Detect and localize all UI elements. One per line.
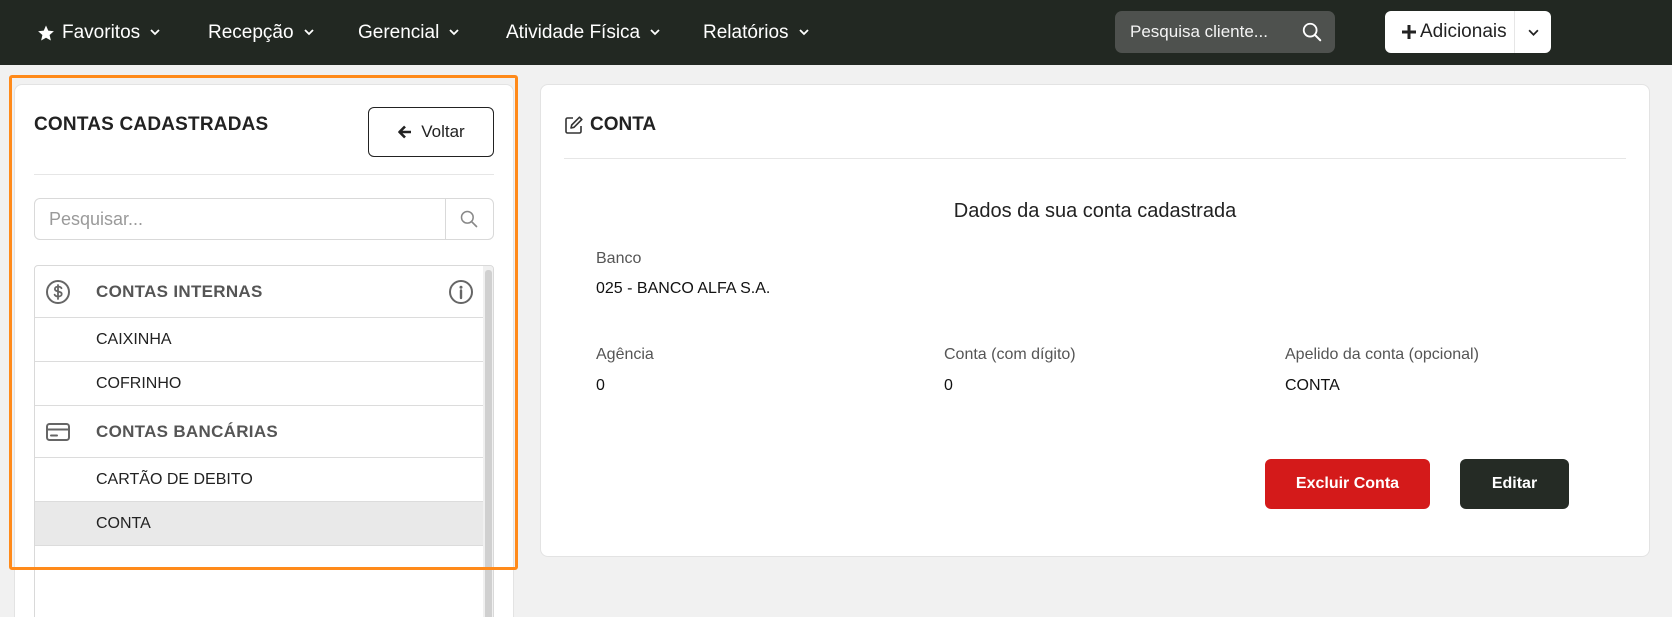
search-icon[interactable] — [459, 209, 479, 229]
top-navbar: Favoritos Recepção Gerencial Atividade F… — [0, 0, 1672, 65]
nav-gerencial-label: Gerencial — [358, 21, 440, 43]
nav-favoritos[interactable]: Favoritos — [37, 0, 160, 65]
adicionais-label: Adicionais — [1420, 21, 1507, 42]
adicionais-divider — [1514, 11, 1515, 53]
accounts-list: CONTAS INTERNAS CAIXINHA COFRINHO CONTAS… — [34, 265, 494, 617]
field-label-banco: Banco — [596, 250, 642, 267]
group-label: CONTAS INTERNAS — [96, 282, 263, 301]
panel-divider — [34, 174, 494, 175]
chevron-down-icon — [449, 28, 459, 35]
scrollbar[interactable] — [483, 266, 493, 617]
group-label: CONTAS BANCÁRIAS — [96, 422, 279, 441]
account-detail-subtitle: Dados da sua conta cadastrada — [953, 200, 1237, 222]
list-item-cofrinho[interactable]: COFRINHO — [35, 362, 484, 406]
nav-recepcao[interactable]: Recepção — [208, 0, 314, 65]
field-value-agencia: 0 — [596, 377, 605, 394]
arrow-left-icon — [398, 125, 412, 139]
adicionais-button[interactable]: Adicionais — [1385, 11, 1551, 53]
search-divider — [445, 199, 446, 239]
list-item-label: CONTA — [96, 514, 151, 532]
accounts-search-input[interactable] — [49, 209, 429, 230]
chevron-down-icon — [798, 28, 809, 35]
dollar-circle-icon — [46, 280, 70, 304]
search-icon[interactable] — [1301, 21, 1323, 43]
edit-icon — [565, 116, 583, 134]
accounts-panel-title: CONTAS CADASTRADAS — [34, 114, 269, 135]
chevron-down-icon — [150, 28, 160, 35]
edit-account-button[interactable]: Editar — [1460, 459, 1569, 509]
panel-divider — [564, 158, 1626, 159]
chevron-down-icon[interactable] — [1528, 27, 1539, 38]
back-button-label: Voltar — [421, 122, 465, 141]
group-contas-internas: CONTAS INTERNAS — [35, 266, 484, 318]
back-button[interactable]: Voltar — [368, 107, 494, 157]
nav-relatorios[interactable]: Relatórios — [703, 0, 809, 65]
field-value-banco: 025 - BANCO ALFA S.A. — [596, 280, 771, 297]
scrollbar-thumb[interactable] — [485, 270, 492, 617]
list-item-label: CAIXINHA — [96, 330, 172, 348]
field-value-apelido: CONTA — [1285, 377, 1340, 394]
account-detail-title-text: CONTA — [590, 114, 657, 135]
nav-atividade-fisica-label: Atividade Física — [506, 21, 641, 43]
star-icon — [38, 25, 54, 40]
field-label-apelido: Apelido da conta (opcional) — [1285, 346, 1479, 363]
accounts-search — [34, 198, 494, 240]
list-item-conta[interactable]: CONTA — [35, 502, 484, 546]
delete-account-button[interactable]: Excluir Conta — [1265, 459, 1430, 509]
plus-icon — [1402, 25, 1416, 39]
client-search-input[interactable] — [1130, 22, 1280, 42]
account-detail-title: CONTA — [564, 114, 656, 136]
list-item-label: COFRINHO — [96, 374, 182, 392]
field-value-conta: 0 — [944, 377, 953, 394]
nav-gerencial[interactable]: Gerencial — [358, 0, 459, 65]
field-label-conta: Conta (com dígito) — [944, 346, 1076, 363]
list-item-caixinha[interactable]: CAIXINHA — [35, 318, 484, 362]
nav-relatorios-label: Relatórios — [703, 21, 789, 43]
list-item-label: CARTÃO DE DEBITO — [96, 470, 253, 488]
nav-atividade-fisica[interactable]: Atividade Física — [506, 0, 660, 65]
chevron-down-icon — [650, 28, 660, 35]
field-label-agencia: Agência — [596, 346, 654, 363]
info-icon[interactable] — [448, 279, 474, 305]
credit-card-icon — [46, 423, 70, 441]
nav-favoritos-label: Favoritos — [62, 21, 141, 43]
client-search — [1115, 11, 1335, 53]
list-item-cartao-de-debito[interactable]: CARTÃO DE DEBITO — [35, 458, 484, 502]
group-contas-bancarias: CONTAS BANCÁRIAS — [35, 406, 484, 458]
chevron-down-icon — [303, 28, 314, 35]
nav-recepcao-label: Recepção — [208, 21, 294, 43]
